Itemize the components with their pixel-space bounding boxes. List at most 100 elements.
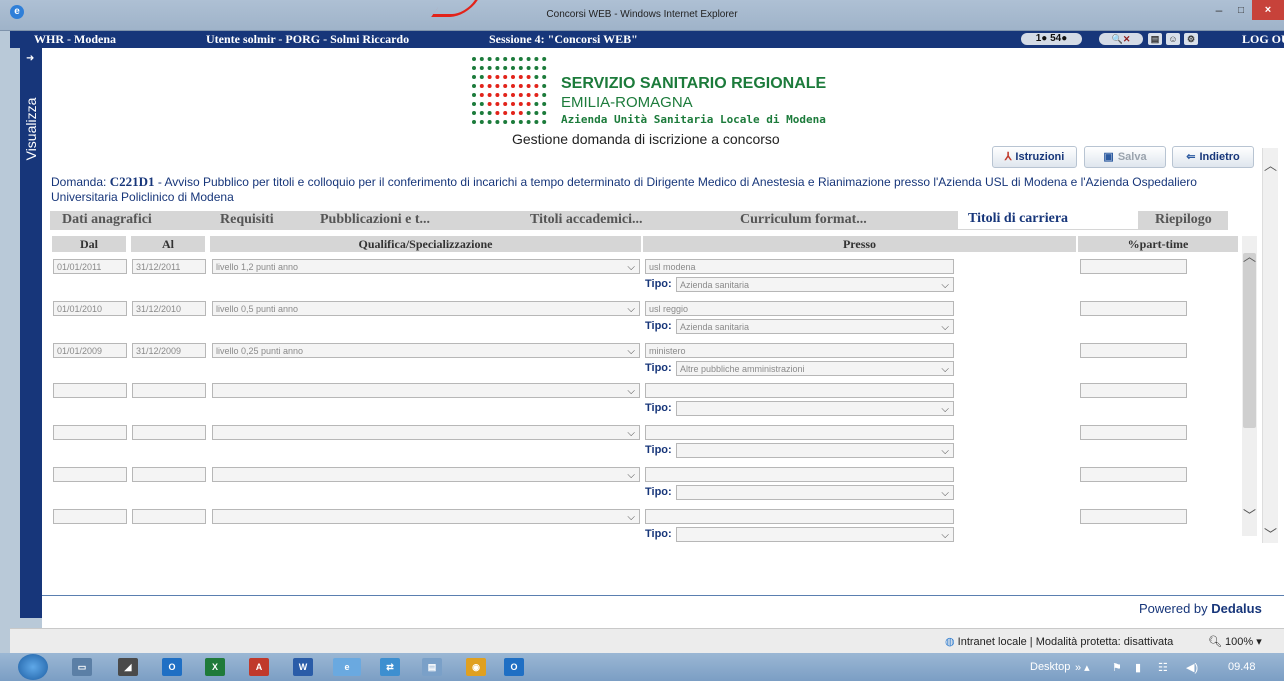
dal-input[interactable] bbox=[53, 467, 127, 482]
domanda-text: - Avviso Pubblico per titoli e colloquio… bbox=[51, 175, 1197, 204]
presso-input[interactable] bbox=[645, 383, 954, 398]
dal-input[interactable] bbox=[53, 509, 127, 524]
qualifica-select[interactable]: livello 0,5 punti anno ⌵ bbox=[212, 301, 640, 316]
word-taskbar-icon[interactable]: W bbox=[293, 658, 313, 676]
parttime-input[interactable] bbox=[1080, 383, 1187, 398]
al-input[interactable]: 31/12/2009 bbox=[132, 343, 206, 358]
outlook2-taskbar-icon[interactable]: O bbox=[504, 658, 524, 676]
al-input[interactable] bbox=[132, 383, 206, 398]
pdf-icon: ⅄ bbox=[1004, 151, 1012, 163]
al-input[interactable] bbox=[132, 467, 206, 482]
settings-icon[interactable]: ⚙ bbox=[1184, 33, 1198, 45]
desktop-toolbar[interactable]: Desktop bbox=[1030, 661, 1070, 673]
page-scroll-up-icon[interactable]: ︿ bbox=[1264, 155, 1277, 174]
al-input[interactable] bbox=[132, 425, 206, 440]
tab-1[interactable]: Requisiti bbox=[220, 212, 274, 228]
logo-dot bbox=[511, 57, 515, 61]
al-input[interactable] bbox=[132, 509, 206, 524]
document-icon[interactable]: ▤ bbox=[1148, 33, 1162, 45]
logo-dot bbox=[534, 93, 539, 97]
parttime-input[interactable] bbox=[1080, 301, 1187, 316]
qualifica-select[interactable]: livello 1,2 punti anno ⌵ bbox=[212, 259, 640, 274]
parttime-input[interactable] bbox=[1080, 343, 1187, 358]
tipo-select[interactable]: ⌵ bbox=[676, 401, 954, 416]
presso-input[interactable] bbox=[645, 509, 954, 524]
dal-input[interactable]: 01/01/2009 bbox=[53, 343, 127, 358]
scroll-down-icon[interactable]: ﹀ bbox=[1243, 505, 1256, 524]
istruzioni-button[interactable]: ⅄ Istruzioni bbox=[992, 146, 1077, 168]
visualizza-sidebar[interactable]: ➜ Visualizza bbox=[20, 48, 42, 618]
window-title: Concorsi WEB - Windows Internet Explorer bbox=[546, 9, 738, 20]
page-scroll-down-icon[interactable]: ﹀ bbox=[1264, 524, 1277, 543]
presso-input-value: ministero bbox=[649, 346, 686, 356]
presso-input[interactable] bbox=[645, 467, 954, 482]
tab-5[interactable]: Titoli di carriera bbox=[958, 211, 1138, 229]
qualifica-select[interactable]: ⌵ bbox=[212, 383, 640, 398]
excel-taskbar-icon[interactable]: X bbox=[205, 658, 225, 676]
tab-4[interactable]: Curriculum format... bbox=[740, 212, 867, 228]
network-icon[interactable]: ☷ bbox=[1158, 661, 1168, 674]
notepad-taskbar-icon[interactable]: ▤ bbox=[422, 658, 442, 676]
users-icon[interactable]: ☺ bbox=[1166, 33, 1180, 45]
qualifica-select[interactable]: ⌵ bbox=[212, 509, 640, 524]
table-scrollbar-thumb[interactable] bbox=[1243, 253, 1256, 428]
logo-dot bbox=[495, 57, 500, 61]
tipo-select[interactable]: Azienda sanitaria ⌵ bbox=[676, 319, 954, 334]
tab-6[interactable]: Riepilogo bbox=[1155, 212, 1212, 228]
logo-dot bbox=[518, 111, 523, 115]
flag-icon[interactable]: ⚑ bbox=[1112, 661, 1122, 674]
tipo-select[interactable]: ⌵ bbox=[676, 443, 954, 458]
tray-expand-icon[interactable]: » ▴ bbox=[1075, 661, 1090, 674]
maximize-button[interactable]: □ bbox=[1230, 3, 1252, 19]
parttime-input[interactable] bbox=[1080, 467, 1187, 482]
tipo-select[interactable]: ⌵ bbox=[676, 527, 954, 542]
dal-input[interactable] bbox=[53, 425, 127, 440]
dal-input[interactable] bbox=[53, 383, 127, 398]
salva-button[interactable]: ▣ Salva bbox=[1084, 146, 1166, 168]
parttime-input[interactable] bbox=[1080, 509, 1187, 524]
parttime-input[interactable] bbox=[1080, 259, 1187, 274]
ie-taskbar-icon[interactable]: e bbox=[333, 658, 361, 676]
volume-icon[interactable]: ◀) bbox=[1186, 661, 1198, 674]
tab-3[interactable]: Titoli accademici... bbox=[530, 212, 643, 228]
tab-2[interactable]: Pubblicazioni e t... bbox=[320, 212, 430, 228]
qualifica-select[interactable]: ⌵ bbox=[212, 425, 640, 440]
parttime-input[interactable] bbox=[1080, 425, 1187, 440]
presso-input[interactable] bbox=[645, 425, 954, 440]
al-input[interactable]: 31/12/2010 bbox=[132, 301, 206, 316]
dal-input[interactable]: 01/01/2010 bbox=[53, 301, 127, 316]
security-zone[interactable]: ◍ Intranet locale | Modalità protetta: d… bbox=[945, 635, 1173, 648]
outlook-taskbar-icon[interactable]: O bbox=[162, 658, 182, 676]
presso-input[interactable]: usl reggio bbox=[645, 301, 954, 316]
presso-input[interactable]: usl modena bbox=[645, 259, 954, 274]
tipo-select[interactable]: Altre pubbliche amministrazioni ⌵ bbox=[676, 361, 954, 376]
logo-dot bbox=[503, 75, 508, 79]
tipo-select[interactable]: Azienda sanitaria ⌵ bbox=[676, 277, 954, 292]
acrobat-taskbar-icon[interactable]: A bbox=[249, 658, 269, 676]
tipo-select[interactable]: ⌵ bbox=[676, 485, 954, 500]
start-button[interactable] bbox=[18, 654, 48, 680]
al-input[interactable]: 31/12/2011 bbox=[132, 259, 206, 274]
column-header: Presso bbox=[643, 236, 1076, 252]
presso-input[interactable]: ministero bbox=[645, 343, 954, 358]
logout-link[interactable]: LOG OUT bbox=[1242, 32, 1284, 47]
tab-0[interactable]: Dati anagrafici bbox=[62, 212, 152, 228]
column-header: %part-time bbox=[1078, 236, 1238, 252]
network-taskbar-icon[interactable]: ⇄ bbox=[380, 658, 400, 676]
explorer-taskbar-icon[interactable]: ▭ bbox=[72, 658, 92, 676]
dal-input[interactable]: 01/01/2011 bbox=[53, 259, 127, 274]
battery-icon[interactable]: ▮ bbox=[1135, 661, 1141, 674]
logo-dot bbox=[534, 66, 539, 70]
qualifica-select[interactable]: livello 0,25 punti anno ⌵ bbox=[212, 343, 640, 358]
close-button[interactable]: × bbox=[1252, 0, 1284, 20]
zoom-control[interactable]: 🔍︎ 100% ▾ bbox=[1208, 635, 1262, 648]
chrome-taskbar-icon[interactable]: ◉ bbox=[466, 658, 486, 676]
scroll-up-icon[interactable]: ︿ bbox=[1243, 246, 1256, 265]
page-scrollbar[interactable] bbox=[1262, 148, 1278, 543]
indietro-button[interactable]: ⇐ Indietro bbox=[1172, 146, 1254, 168]
qualifica-select[interactable]: ⌵ bbox=[212, 467, 640, 482]
minimize-button[interactable]: – bbox=[1208, 3, 1230, 19]
notification-counters[interactable]: 1● 54● bbox=[1021, 33, 1082, 45]
search-clear-control[interactable]: 🔍✕ bbox=[1099, 33, 1143, 45]
app-taskbar-icon[interactable]: ◢ bbox=[118, 658, 138, 676]
